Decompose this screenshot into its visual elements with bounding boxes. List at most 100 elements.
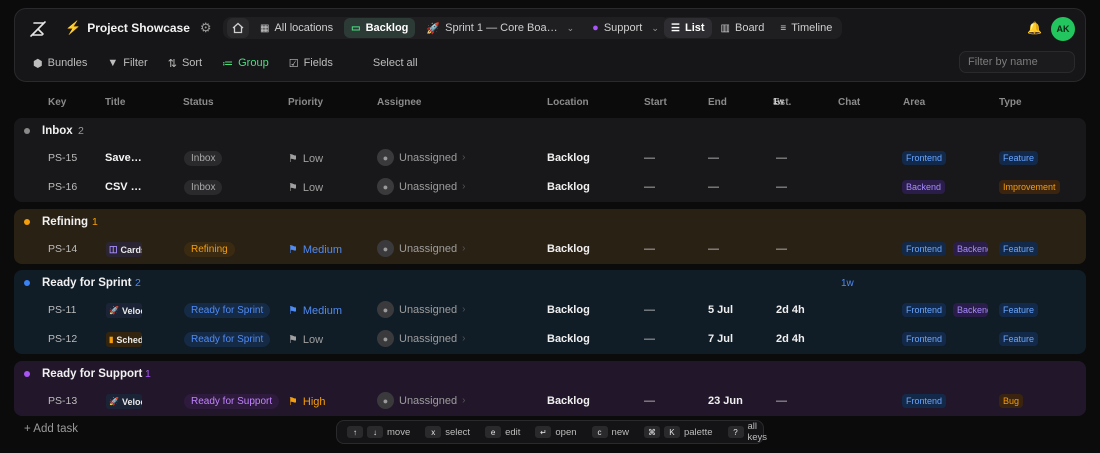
est-value[interactable]: —	[776, 152, 787, 164]
support-dropdown[interactable]: ● Support ⌄	[585, 18, 666, 38]
col-title[interactable]: Title	[105, 97, 125, 108]
table-row[interactable]: PS-13 🚀Veloci Ready for Support ⚑ High ● U…	[14, 388, 1086, 416]
status-badge[interactable]: Inbox	[184, 180, 223, 195]
area-tag[interactable]: Backend	[953, 242, 988, 256]
start-value[interactable]: —	[644, 304, 655, 316]
type-tag[interactable]: Feature	[999, 242, 1039, 256]
bundles-button[interactable]: ⬢ Bundles	[33, 57, 87, 70]
area-tag[interactable]: Backend	[902, 180, 946, 194]
col-priority[interactable]: Priority	[288, 97, 323, 108]
home-button[interactable]	[227, 18, 249, 38]
task-title[interactable]: Save…	[105, 152, 142, 164]
table-row[interactable]: PS-16 CSV … Inbox ⚑ Low ● Unassigned › Back…	[14, 174, 1086, 202]
filter-by-name-input[interactable]	[959, 51, 1075, 73]
area-tag[interactable]: Frontend	[902, 394, 947, 408]
table-row[interactable]: PS-14 ◫Cards Refining ⚑ Medium ● Unassigne…	[14, 236, 1086, 264]
filter-button[interactable]: ▼ Filter	[107, 57, 147, 69]
col-location[interactable]: Location	[547, 97, 589, 108]
board-view-button[interactable]: ▥ Board	[714, 18, 772, 38]
assignee-field[interactable]: ● Unassigned ›	[377, 330, 465, 347]
location-value[interactable]: Backlog	[547, 395, 590, 407]
type-tag[interactable]: Feature	[999, 303, 1039, 317]
bundle-chip[interactable]: 🚀Veloci	[106, 394, 142, 409]
end-value[interactable]: —	[708, 181, 719, 193]
table-row[interactable]: PS-11 🚀Veloci Ready for Sprint ⚑ Medium ●…	[14, 297, 1086, 325]
est-value[interactable]: —	[776, 181, 787, 193]
area-tag[interactable]: Backend	[953, 303, 988, 317]
priority-field[interactable]: ⚑ Medium	[288, 243, 342, 257]
location-value[interactable]: Backlog	[547, 304, 590, 316]
assignee-field[interactable]: ● Unassigned ›	[377, 240, 465, 257]
backlog-button[interactable]: ▭ Backlog	[344, 18, 416, 38]
assignee-field[interactable]: ● Unassigned ›	[377, 178, 465, 195]
location-value[interactable]: Backlog	[547, 333, 590, 345]
status-badge[interactable]: Inbox	[184, 151, 223, 166]
type-tag[interactable]: Bug	[999, 394, 1024, 408]
col-chat[interactable]: Chat	[838, 97, 860, 108]
col-status[interactable]: Status	[183, 97, 214, 108]
type-tag[interactable]: Improvement	[999, 180, 1060, 194]
priority-field[interactable]: ⚑ Medium	[288, 304, 342, 318]
bundle-chip[interactable]: ▮ Sched	[106, 332, 142, 347]
est-value[interactable]: 2d 4h	[776, 304, 805, 316]
area-tag[interactable]: Frontend	[902, 151, 947, 165]
col-area[interactable]: Area	[903, 97, 925, 108]
table-row[interactable]: PS-12 ▮ Sched Ready for Sprint ⚑ Low ● Unas…	[14, 326, 1086, 354]
status-badge[interactable]: Ready for Support	[184, 394, 280, 409]
assignee-field[interactable]: ● Unassigned ›	[377, 149, 465, 166]
area-tag[interactable]: Frontend	[902, 303, 947, 317]
priority-field[interactable]: ⚑ Low	[288, 181, 323, 195]
assignee-field[interactable]: ● Unassigned ›	[377, 392, 465, 409]
priority-field[interactable]: ⚑ High	[288, 395, 326, 409]
list-view-button[interactable]: ☰ List	[664, 18, 712, 38]
start-value[interactable]: —	[644, 395, 655, 407]
end-value[interactable]: —	[708, 152, 719, 164]
timeline-view-button[interactable]: ≡ Timeline	[773, 18, 839, 38]
app-logo[interactable]	[27, 18, 49, 40]
est-value[interactable]: —	[776, 243, 787, 255]
type-tag[interactable]: Feature	[999, 332, 1039, 346]
priority-field[interactable]: ⚑ Low	[288, 333, 323, 347]
bundle-chip[interactable]: 🚀Veloci	[106, 303, 142, 318]
col-end[interactable]: End	[708, 97, 727, 108]
status-badge[interactable]: Ready for Sprint	[184, 303, 271, 318]
add-task-button[interactable]: + Add task	[24, 423, 78, 435]
start-value[interactable]: —	[644, 181, 655, 193]
sort-button[interactable]: ⇅ Sort	[168, 57, 202, 70]
status-badge[interactable]: Refining	[184, 242, 235, 257]
bundle-chip[interactable]: ◫Cards	[106, 242, 142, 257]
location-value[interactable]: Backlog	[547, 152, 590, 164]
col-assignee[interactable]: Assignee	[377, 97, 421, 108]
sprint-dropdown[interactable]: 🚀 Sprint 1 — Core Boa… ⌄	[419, 18, 581, 38]
group-button[interactable]: ≔ Group	[222, 57, 269, 70]
priority-field[interactable]: ⚑ Low	[288, 152, 323, 166]
select-all-button[interactable]: Select all	[373, 57, 418, 69]
col-start[interactable]: Start	[644, 97, 667, 108]
est-value[interactable]: 2d 4h	[776, 333, 805, 345]
table-row[interactable]: PS-15 Save… Inbox ⚑ Low ● Unassigned › Back…	[14, 145, 1086, 173]
fields-button[interactable]: ☑ Fields	[289, 57, 333, 70]
project-switcher[interactable]: ⚡ Project Showcase ⚙	[65, 20, 212, 36]
end-value[interactable]: —	[708, 243, 719, 255]
start-value[interactable]: —	[644, 152, 655, 164]
type-tag[interactable]: Feature	[999, 151, 1039, 165]
col-key[interactable]: Key	[48, 97, 66, 108]
assignee-field[interactable]: ● Unassigned ›	[377, 301, 465, 318]
all-locations-button[interactable]: ▦ All locations	[253, 18, 340, 38]
location-value[interactable]: Backlog	[547, 181, 590, 193]
status-badge[interactable]: Ready for Sprint	[184, 332, 271, 347]
end-value[interactable]: 5 Jul	[708, 304, 733, 316]
est-value[interactable]: —	[776, 395, 787, 407]
start-value[interactable]: —	[644, 333, 655, 345]
end-value[interactable]: 7 Jul	[708, 333, 733, 345]
location-value[interactable]: Backlog	[547, 243, 590, 255]
user-avatar[interactable]: AK	[1051, 17, 1075, 41]
area-tag[interactable]: Frontend	[902, 242, 947, 256]
end-value[interactable]: 23 Jun	[708, 395, 743, 407]
gear-icon[interactable]: ⚙	[200, 20, 212, 36]
start-value[interactable]: —	[644, 243, 655, 255]
task-title[interactable]: CSV …	[105, 181, 142, 193]
bell-icon[interactable]: 🔔	[1027, 21, 1042, 35]
col-type[interactable]: Type	[999, 97, 1022, 108]
area-tag[interactable]: Frontend	[902, 332, 947, 346]
